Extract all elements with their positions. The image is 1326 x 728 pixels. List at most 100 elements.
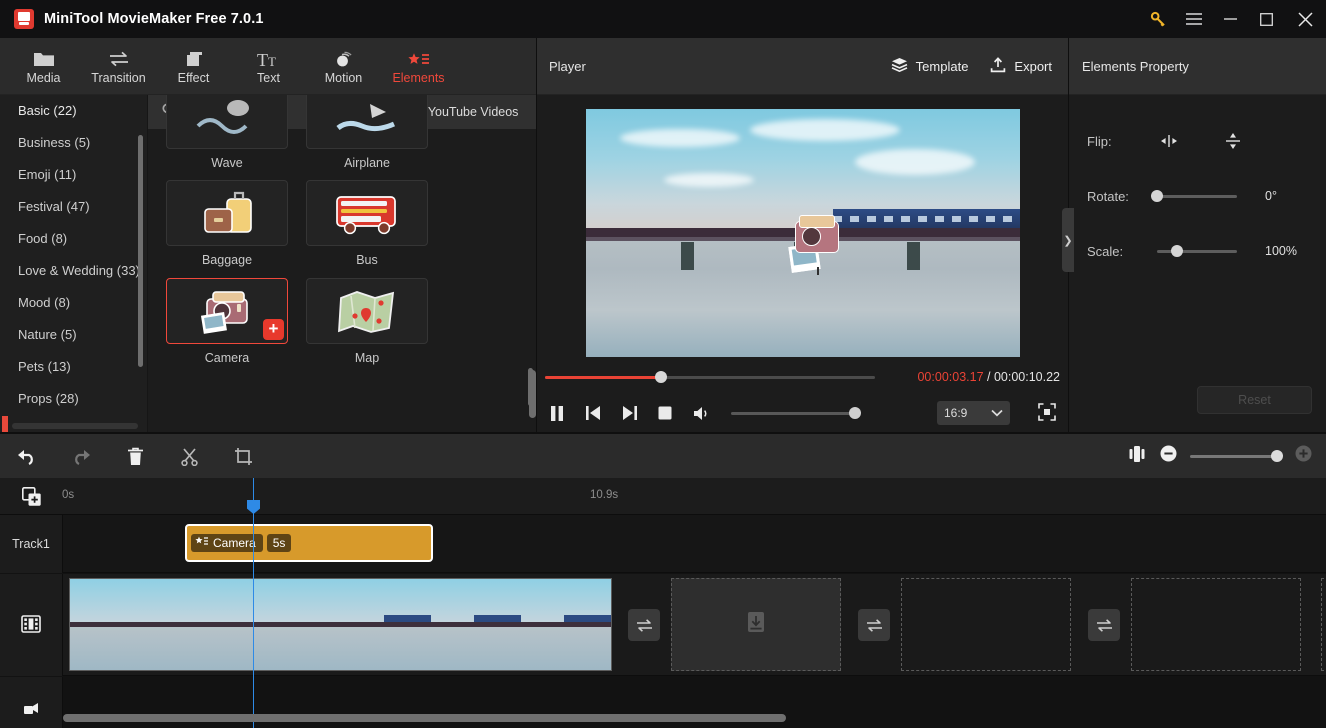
timeline-zoom-slider[interactable] <box>1190 455 1282 458</box>
preview-cloud <box>855 149 975 175</box>
volume-button[interactable] <box>691 403 711 423</box>
scale-slider[interactable] <box>1157 250 1237 253</box>
media-placeholder-slot[interactable] <box>1131 578 1301 671</box>
add-element-button[interactable]: + <box>263 319 284 340</box>
rotate-handle[interactable] <box>1151 190 1163 202</box>
transition-slot-button[interactable] <box>628 609 660 641</box>
ribbon-tab-effect[interactable]: Effect <box>156 38 231 95</box>
preview-canvas[interactable] <box>586 109 1020 357</box>
category-item-love-wedding[interactable]: Love & Wedding (33) <box>0 255 147 287</box>
stop-button[interactable] <box>655 403 675 423</box>
window-controls <box>1140 0 1326 38</box>
export-button[interactable]: Export <box>990 57 1052 76</box>
svg-text:T: T <box>257 50 268 68</box>
crop-button[interactable] <box>216 434 270 478</box>
insert-download-icon <box>746 611 766 638</box>
ribbon-tab-label: Transition <box>91 71 145 85</box>
ribbon-tab-label: Text <box>257 71 280 85</box>
ruler-tick-label: 10.9s <box>590 489 618 501</box>
hamburger-menu-icon[interactable] <box>1176 0 1212 38</box>
property-panel-title: Elements Property <box>1069 38 1326 95</box>
minimize-icon[interactable] <box>1212 0 1248 38</box>
category-item-mood[interactable]: Mood (8) <box>0 287 147 319</box>
fit-to-timeline-icon[interactable] <box>1127 446 1147 467</box>
camera-sticker-overlay[interactable] <box>789 211 845 275</box>
scale-handle[interactable] <box>1171 245 1183 257</box>
aspect-ratio-select[interactable]: 16:9 <box>937 401 1010 425</box>
split-button[interactable] <box>162 434 216 478</box>
element-label: Map <box>306 351 428 367</box>
timeline-clip-camera[interactable]: Camera 5s <box>185 524 433 562</box>
media-placeholder-slot[interactable] <box>671 578 841 671</box>
ribbon-tab-elements[interactable]: Elements <box>381 38 456 95</box>
rotate-slider[interactable] <box>1157 195 1237 198</box>
previous-frame-button[interactable] <box>583 403 603 423</box>
zoom-in-icon[interactable] <box>1295 445 1312 467</box>
clip-duration-badge: 5s <box>267 534 292 552</box>
element-item-baggage[interactable]: Baggage <box>166 180 288 269</box>
category-item-props[interactable]: Props (28) <box>0 383 147 415</box>
transition-slot-button[interactable] <box>1088 609 1120 641</box>
app-window: MiniTool MovieMaker Free 7.0.1 <box>0 0 1326 728</box>
transition-slot-button[interactable] <box>858 609 890 641</box>
category-item-food[interactable]: Food (8) <box>0 223 147 255</box>
element-item-wave[interactable]: Wave <box>166 95 288 172</box>
aspect-ratio-value: 16:9 <box>944 406 967 420</box>
ruler-tick-label: 0s <box>62 489 74 501</box>
media-placeholder-slot[interactable] <box>1321 578 1326 671</box>
delete-button[interactable] <box>108 434 162 478</box>
category-item-basic[interactable]: Basic (22) <box>0 95 147 127</box>
category-horizontal-scrollbar[interactable] <box>12 423 138 429</box>
close-icon[interactable] <box>1284 0 1326 38</box>
category-item-nature[interactable]: Nature (5) <box>0 319 147 351</box>
video-clip[interactable] <box>69 578 612 671</box>
undo-button[interactable] <box>0 434 54 478</box>
upload-icon <box>990 57 1006 76</box>
template-button[interactable]: Template <box>891 57 969 75</box>
timeline-ruler[interactable]: 0s 10.9s <box>0 478 1326 515</box>
media-placeholder-slot[interactable] <box>901 578 1071 671</box>
video-thumbnail <box>160 579 250 670</box>
element-item-airplane[interactable]: Airplane <box>306 95 428 172</box>
volume-handle[interactable] <box>849 407 861 419</box>
pause-button[interactable] <box>547 403 567 423</box>
folder-icon <box>33 48 55 68</box>
element-item-map[interactable]: Map <box>306 278 428 367</box>
flip-horizontal-icon[interactable] <box>1157 129 1181 153</box>
panel-resize-handle[interactable] <box>529 370 536 418</box>
category-item-festival[interactable]: Festival (47) <box>0 191 147 223</box>
category-item-pets[interactable]: Pets (13) <box>0 351 147 383</box>
panel-collapse-handle[interactable]: ❯ <box>1062 208 1074 272</box>
element-item-camera[interactable]: + Camera <box>166 278 288 367</box>
fullscreen-icon[interactable] <box>1038 403 1058 423</box>
ribbon-tab-motion[interactable]: Motion <box>306 38 381 95</box>
add-media-icon[interactable] <box>22 487 42 507</box>
seek-progress <box>545 376 661 379</box>
timeline-horizontal-scrollbar[interactable] <box>63 714 786 722</box>
maximize-icon[interactable] <box>1248 0 1284 38</box>
element-thumbnail <box>306 95 428 149</box>
zoom-out-icon[interactable] <box>1160 445 1177 467</box>
next-frame-button[interactable] <box>619 403 639 423</box>
key-icon[interactable] <box>1140 0 1176 38</box>
star-list-icon <box>195 536 208 550</box>
element-item-bus[interactable]: Bus <box>306 180 428 269</box>
timecode: 00:00:03.17 / 00:00:10.22 <box>917 370 1060 384</box>
ribbon-tab-media[interactable]: Media <box>6 38 81 95</box>
redo-button[interactable] <box>54 434 108 478</box>
category-item-emoji[interactable]: Emoji (11) <box>0 159 147 191</box>
category-item-business[interactable]: Business (5) <box>0 127 147 159</box>
seek-slider[interactable] <box>545 376 875 379</box>
video-thumbnail <box>521 579 611 670</box>
flip-vertical-icon[interactable] <box>1221 129 1245 153</box>
reset-button[interactable]: Reset <box>1197 386 1312 414</box>
playhead[interactable] <box>253 478 254 728</box>
category-vertical-scrollbar[interactable] <box>138 135 143 367</box>
category-list[interactable]: Basic (22) Business (5) Emoji (11) Festi… <box>0 95 148 432</box>
seek-handle[interactable] <box>655 371 667 383</box>
star-list-icon <box>407 48 431 68</box>
volume-slider[interactable] <box>731 412 859 415</box>
ribbon-tab-transition[interactable]: Transition <box>81 38 156 95</box>
ribbon-tab-text[interactable]: TT Text <box>231 38 306 95</box>
timeline-zoom-handle[interactable] <box>1271 450 1283 462</box>
